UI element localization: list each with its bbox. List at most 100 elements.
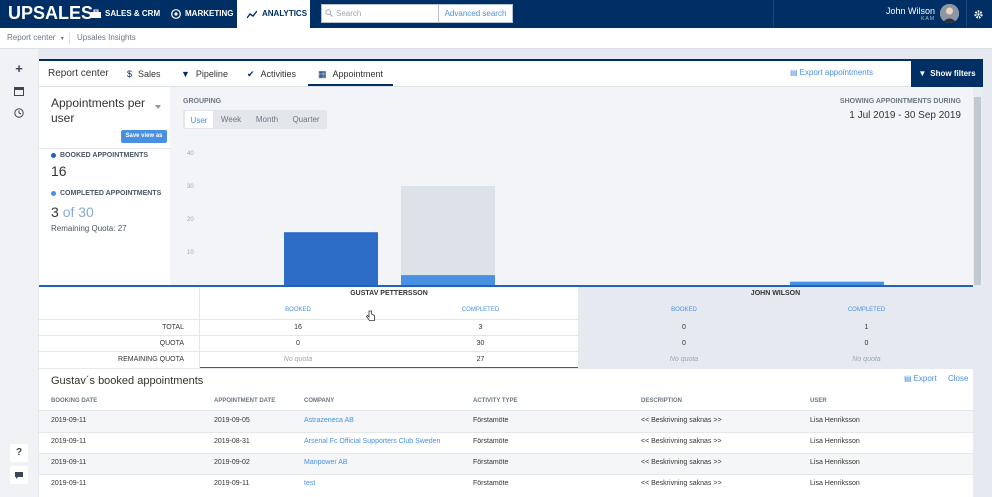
- divider: [773, 0, 774, 28]
- booking-date: 2019-09-11: [51, 438, 87, 445]
- nav-marketing[interactable]: MARKETING: [171, 0, 233, 28]
- column-header[interactable]: DESCRIPTION: [641, 398, 682, 404]
- tab-label: Activities: [260, 69, 297, 79]
- search-placeholder: Search: [336, 9, 362, 18]
- tab-activities[interactable]: ✔ Activities: [247, 62, 296, 86]
- divider: [39, 148, 170, 149]
- clock-icon[interactable]: [14, 108, 24, 118]
- completed-legend-dot: [51, 191, 56, 196]
- list-export-label: Export: [913, 374, 937, 383]
- dollar-icon: $: [127, 69, 133, 79]
- user: Lisa Henriksson: [810, 459, 860, 466]
- appointment-date: 2019-09-02: [214, 459, 250, 466]
- report-center-label: Report center: [7, 33, 56, 42]
- row-divider: [39, 319, 973, 320]
- tab-appointment[interactable]: ▦ Appointment: [308, 62, 394, 86]
- company-link[interactable]: Astrazeneca AB: [304, 417, 354, 424]
- remaining-quota: Remaining Quota: 27: [51, 224, 127, 233]
- avatar[interactable]: [940, 4, 959, 23]
- table-user-header: JOHN WILSON: [750, 290, 801, 297]
- check-icon: ✔: [247, 69, 255, 79]
- table-cell: 0: [864, 340, 869, 347]
- table-cell: 27: [476, 356, 485, 363]
- grouping-week-button[interactable]: Week: [216, 110, 246, 129]
- settings-gear-icon[interactable]: [973, 9, 984, 20]
- list-export-button[interactable]: ▤ Export: [904, 374, 937, 383]
- row-divider: [39, 335, 973, 336]
- table-col-completed: COMPLETED: [847, 307, 886, 313]
- grouping-quarter-button[interactable]: Quarter: [287, 110, 325, 129]
- tab-pipeline[interactable]: ▼ Pipeline: [181, 62, 228, 86]
- y-tick-label: 10: [187, 250, 194, 256]
- divider: [966, 0, 967, 28]
- upsales-logo[interactable]: UPSALES: [8, 3, 93, 24]
- description: << Beskrivning saknas >>: [641, 417, 722, 424]
- column-header[interactable]: BOOKING DATE: [51, 398, 97, 404]
- grouping-user-button[interactable]: User: [184, 110, 214, 129]
- appointment-date: 2019-09-11: [214, 480, 250, 487]
- table-cell: No quota: [283, 356, 313, 363]
- chevron-down-icon[interactable]: [155, 105, 161, 109]
- table-cell: 16: [294, 324, 302, 331]
- nav-sales-crm[interactable]: SALES & CRM: [91, 0, 160, 28]
- calendar-icon: ▦: [318, 69, 327, 79]
- report-title[interactable]: Appointments per user: [51, 96, 161, 126]
- table-cell: 30: [476, 340, 485, 347]
- upsales-insights-link[interactable]: Upsales Insights: [77, 33, 136, 42]
- table-cell: 0: [682, 324, 686, 331]
- company-link[interactable]: test: [304, 480, 315, 487]
- export-appointments-link[interactable]: ▤ Export appointments: [790, 68, 873, 77]
- save-view-button[interactable]: Save view as: [121, 130, 167, 143]
- row-divider: [39, 351, 973, 352]
- table-row-label: QUOTA: [159, 340, 184, 347]
- tab-report-center[interactable]: Report center: [48, 62, 109, 86]
- company-link[interactable]: Manpower AB: [304, 459, 348, 466]
- activity-type: Förstamöte: [473, 459, 509, 466]
- line-chart-icon: [247, 10, 257, 19]
- divider: [69, 32, 70, 44]
- chat-icon[interactable]: [10, 466, 28, 484]
- company-link[interactable]: Arsenal Fc Official Supporters Club Swed…: [304, 438, 440, 445]
- target-icon: [171, 9, 181, 19]
- table-cell: No quota: [669, 356, 699, 363]
- advanced-search-button[interactable]: Advanced search: [438, 4, 513, 23]
- nav-analytics[interactable]: ANALYTICS: [237, 0, 310, 28]
- table-cell: 0: [682, 340, 686, 347]
- calendar-icon[interactable]: [14, 86, 24, 96]
- report-center-dropdown[interactable]: Report center ▾: [7, 33, 64, 42]
- table-col-booked: BOOKED: [671, 307, 697, 313]
- y-tick-label: 20: [187, 217, 194, 223]
- description: << Beskrivning saknas >>: [641, 459, 722, 466]
- column-header[interactable]: COMPANY: [304, 398, 334, 404]
- activity-type: Förstamöte: [473, 438, 509, 445]
- funnel-icon: ▼: [181, 69, 190, 79]
- user-name[interactable]: John Wilson: [880, 6, 935, 16]
- booking-date: 2019-09-11: [51, 480, 87, 487]
- date-range[interactable]: 1 Jul 2019 - 30 Sep 2019: [760, 110, 961, 121]
- sub-navigation: [0, 28, 992, 49]
- user-role: KAM: [921, 16, 935, 22]
- booking-date: 2019-09-11: [51, 417, 87, 424]
- booked-bar[interactable]: [284, 232, 378, 285]
- list-title: Gustav´s booked appointments: [51, 375, 204, 387]
- help-icon[interactable]: ?: [10, 444, 28, 462]
- quota-bar[interactable]: [401, 186, 495, 285]
- user: Lisa Henriksson: [810, 417, 860, 424]
- y-tick-label: 30: [187, 184, 194, 190]
- funnel-icon: ▼: [918, 69, 927, 78]
- completed-bar[interactable]: [401, 275, 495, 285]
- column-header[interactable]: ACTIVITY TYPE: [473, 398, 518, 404]
- page-scrollbar[interactable]: [985, 49, 992, 497]
- grouping-month-button[interactable]: Month: [250, 110, 284, 129]
- column-header[interactable]: APPOINTMENT DATE: [214, 398, 275, 404]
- briefcase-icon: [91, 9, 101, 18]
- booked-label: BOOKED APPOINTMENTS: [60, 152, 149, 159]
- chart-scrollbar-thumb[interactable]: [974, 97, 981, 285]
- column-header[interactable]: USER: [810, 398, 827, 404]
- document-icon: ▤: [790, 68, 798, 77]
- show-filters-button[interactable]: ▼ Show filters: [911, 60, 983, 87]
- list-close-button[interactable]: Close: [948, 374, 968, 383]
- y-tick-label: 40: [187, 151, 194, 157]
- tab-sales[interactable]: $ Sales: [127, 62, 161, 86]
- plus-icon[interactable]: +: [12, 62, 26, 76]
